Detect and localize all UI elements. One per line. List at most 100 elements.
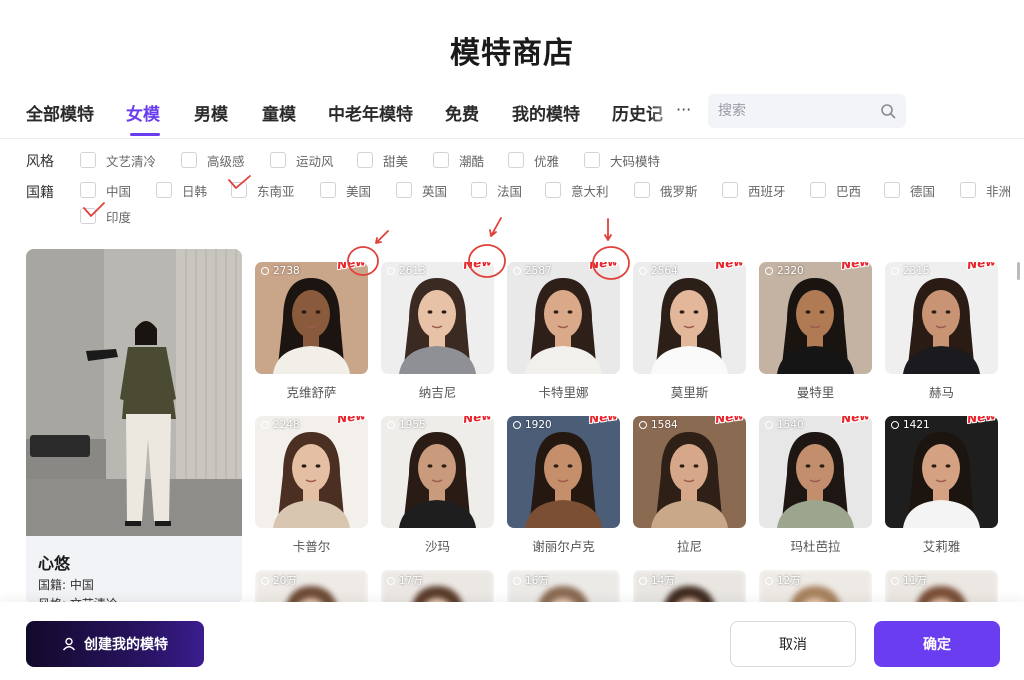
tab-child-models[interactable]: 童模 <box>262 100 296 125</box>
model-thumbnail[interactable]: 2587 New <box>507 262 620 374</box>
model-card[interactable]: 14万 <box>633 570 746 604</box>
model-thumbnail[interactable]: 2564 New <box>633 262 746 374</box>
checkbox[interactable] <box>810 182 826 198</box>
search-icon[interactable] <box>880 103 896 119</box>
checkbox[interactable] <box>722 182 738 198</box>
more-tabs-button[interactable]: ··· <box>676 100 691 119</box>
style-option[interactable]: 潮酷 <box>433 151 484 169</box>
model-card[interactable]: 11万 <box>885 570 998 604</box>
country-option-label: 中国 <box>106 183 132 199</box>
tab-senior-models[interactable]: 中老年模特 <box>328 100 413 125</box>
model-thumbnail[interactable]: 2738 New <box>255 262 368 374</box>
checkbox[interactable] <box>960 182 976 198</box>
style-option[interactable]: 运动风 <box>270 151 334 169</box>
country-option[interactable]: 美国 <box>320 181 371 199</box>
usage-icon <box>639 576 647 585</box>
model-thumbnail[interactable]: 2613 New <box>381 262 494 374</box>
model-thumbnail[interactable]: 1584 New <box>633 416 746 528</box>
country-option[interactable]: 意大利 <box>545 181 609 199</box>
model-thumbnail[interactable]: 2315 New <box>885 262 998 374</box>
country-option[interactable]: 日韩 <box>156 181 207 199</box>
model-card[interactable]: 17万 <box>381 570 494 604</box>
country-option[interactable]: 巴西 <box>810 181 861 199</box>
model-name: 拉尼 <box>676 539 702 554</box>
create-my-model-button[interactable]: 创建我的模特 <box>26 621 204 667</box>
style-option[interactable]: 大码模特 <box>584 151 660 169</box>
model-thumbnail[interactable]: 12万 <box>759 570 872 604</box>
model-name: 纳吉尼 <box>418 385 457 400</box>
search-input[interactable] <box>718 94 878 128</box>
model-thumbnail[interactable]: 1955 New <box>381 416 494 528</box>
checkbox[interactable] <box>884 182 900 198</box>
model-card[interactable]: 2320 New 曼特里 <box>759 262 872 401</box>
style-option[interactable]: 优雅 <box>508 151 559 169</box>
featured-model-panel: 心悠 国籍: 中国 风格: 文艺清冷 <box>26 249 242 604</box>
model-thumbnail[interactable]: 2248 New <box>255 416 368 528</box>
model-thumbnail[interactable]: 17万 <box>381 570 494 604</box>
checkbox[interactable] <box>545 182 561 198</box>
checkbox[interactable] <box>396 182 412 198</box>
country-option[interactable]: 英国 <box>396 181 447 199</box>
model-thumbnail[interactable]: 11万 <box>885 570 998 604</box>
country-option-label: 西班牙 <box>748 183 786 199</box>
style-option[interactable]: 文艺清冷 <box>80 151 156 169</box>
checkbox[interactable] <box>584 152 600 168</box>
tab-my-models[interactable]: 我的模特 <box>512 100 580 125</box>
model-thumbnail[interactable]: 1540 New <box>759 416 872 528</box>
cancel-button[interactable]: 取消 <box>730 621 856 667</box>
checkbox[interactable] <box>433 152 449 168</box>
country-option[interactable]: 西班牙 <box>722 181 786 199</box>
model-card[interactable]: 12万 <box>759 570 872 604</box>
country-option[interactable]: 俄罗斯 <box>634 181 698 199</box>
confirm-button[interactable]: 确定 <box>874 621 1000 667</box>
checkbox[interactable] <box>80 208 96 224</box>
model-card[interactable]: 20万 <box>255 570 368 604</box>
model-card[interactable]: 16万 <box>507 570 620 604</box>
checkbox[interactable] <box>270 152 286 168</box>
checkbox[interactable] <box>181 152 197 168</box>
country-option[interactable]: 法国 <box>471 181 522 199</box>
checkbox[interactable] <box>80 182 96 198</box>
checkbox[interactable] <box>80 152 96 168</box>
model-card[interactable]: 2613 New 纳吉尼 <box>381 262 494 401</box>
checkbox[interactable] <box>634 182 650 198</box>
country-option[interactable]: 东南亚 <box>231 181 295 199</box>
tab-male-models[interactable]: 男模 <box>194 100 228 125</box>
country-option[interactable]: 德国 <box>884 181 935 199</box>
model-card[interactable]: 2315 New 赫马 <box>885 262 998 401</box>
model-card[interactable]: 2587 New 卡特里娜 <box>507 262 620 401</box>
model-thumbnail[interactable]: 2320 New <box>759 262 872 374</box>
checkbox[interactable] <box>156 182 172 198</box>
usage-count-value: 2320 <box>777 265 804 277</box>
style-option[interactable]: 甜美 <box>357 151 408 169</box>
grid-scrollbar[interactable] <box>1017 262 1020 280</box>
model-card[interactable]: 1920 New 谢丽尔卢克 <box>507 416 620 555</box>
checkbox[interactable] <box>231 182 247 198</box>
model-card[interactable]: 1584 New 拉尼 <box>633 416 746 555</box>
checkbox[interactable] <box>357 152 373 168</box>
usage-count-value: 1584 <box>651 419 678 431</box>
tab-all-models[interactable]: 全部模特 <box>26 100 94 125</box>
model-card[interactable]: 1421 New 艾莉雅 <box>885 416 998 555</box>
model-card[interactable]: 1540 New 玛杜芭拉 <box>759 416 872 555</box>
checkbox[interactable] <box>471 182 487 198</box>
tab-free[interactable]: 免费 <box>445 100 479 125</box>
country-option[interactable]: 非洲 <box>960 181 1011 199</box>
tab-female-models[interactable]: 女模 <box>126 100 160 125</box>
usage-icon <box>513 576 521 585</box>
country-option[interactable]: 印度 <box>80 207 131 225</box>
style-option[interactable]: 高级感 <box>181 151 245 169</box>
model-thumbnail[interactable]: 1920 New <box>507 416 620 528</box>
model-card[interactable]: 2738 New 克维舒萨 <box>255 262 368 401</box>
model-thumbnail[interactable]: 14万 <box>633 570 746 604</box>
model-thumbnail[interactable]: 16万 <box>507 570 620 604</box>
checkbox[interactable] <box>508 152 524 168</box>
model-thumbnail[interactable]: 20万 <box>255 570 368 604</box>
model-card[interactable]: 1955 New 沙玛 <box>381 416 494 555</box>
country-option[interactable]: 中国 <box>80 181 131 199</box>
model-thumbnail[interactable]: 1421 New <box>885 416 998 528</box>
model-card[interactable]: 2248 New 卡普尔 <box>255 416 368 555</box>
checkbox[interactable] <box>320 182 336 198</box>
model-card[interactable]: 2564 New 莫里斯 <box>633 262 746 401</box>
style-option-label: 大码模特 <box>610 153 661 169</box>
